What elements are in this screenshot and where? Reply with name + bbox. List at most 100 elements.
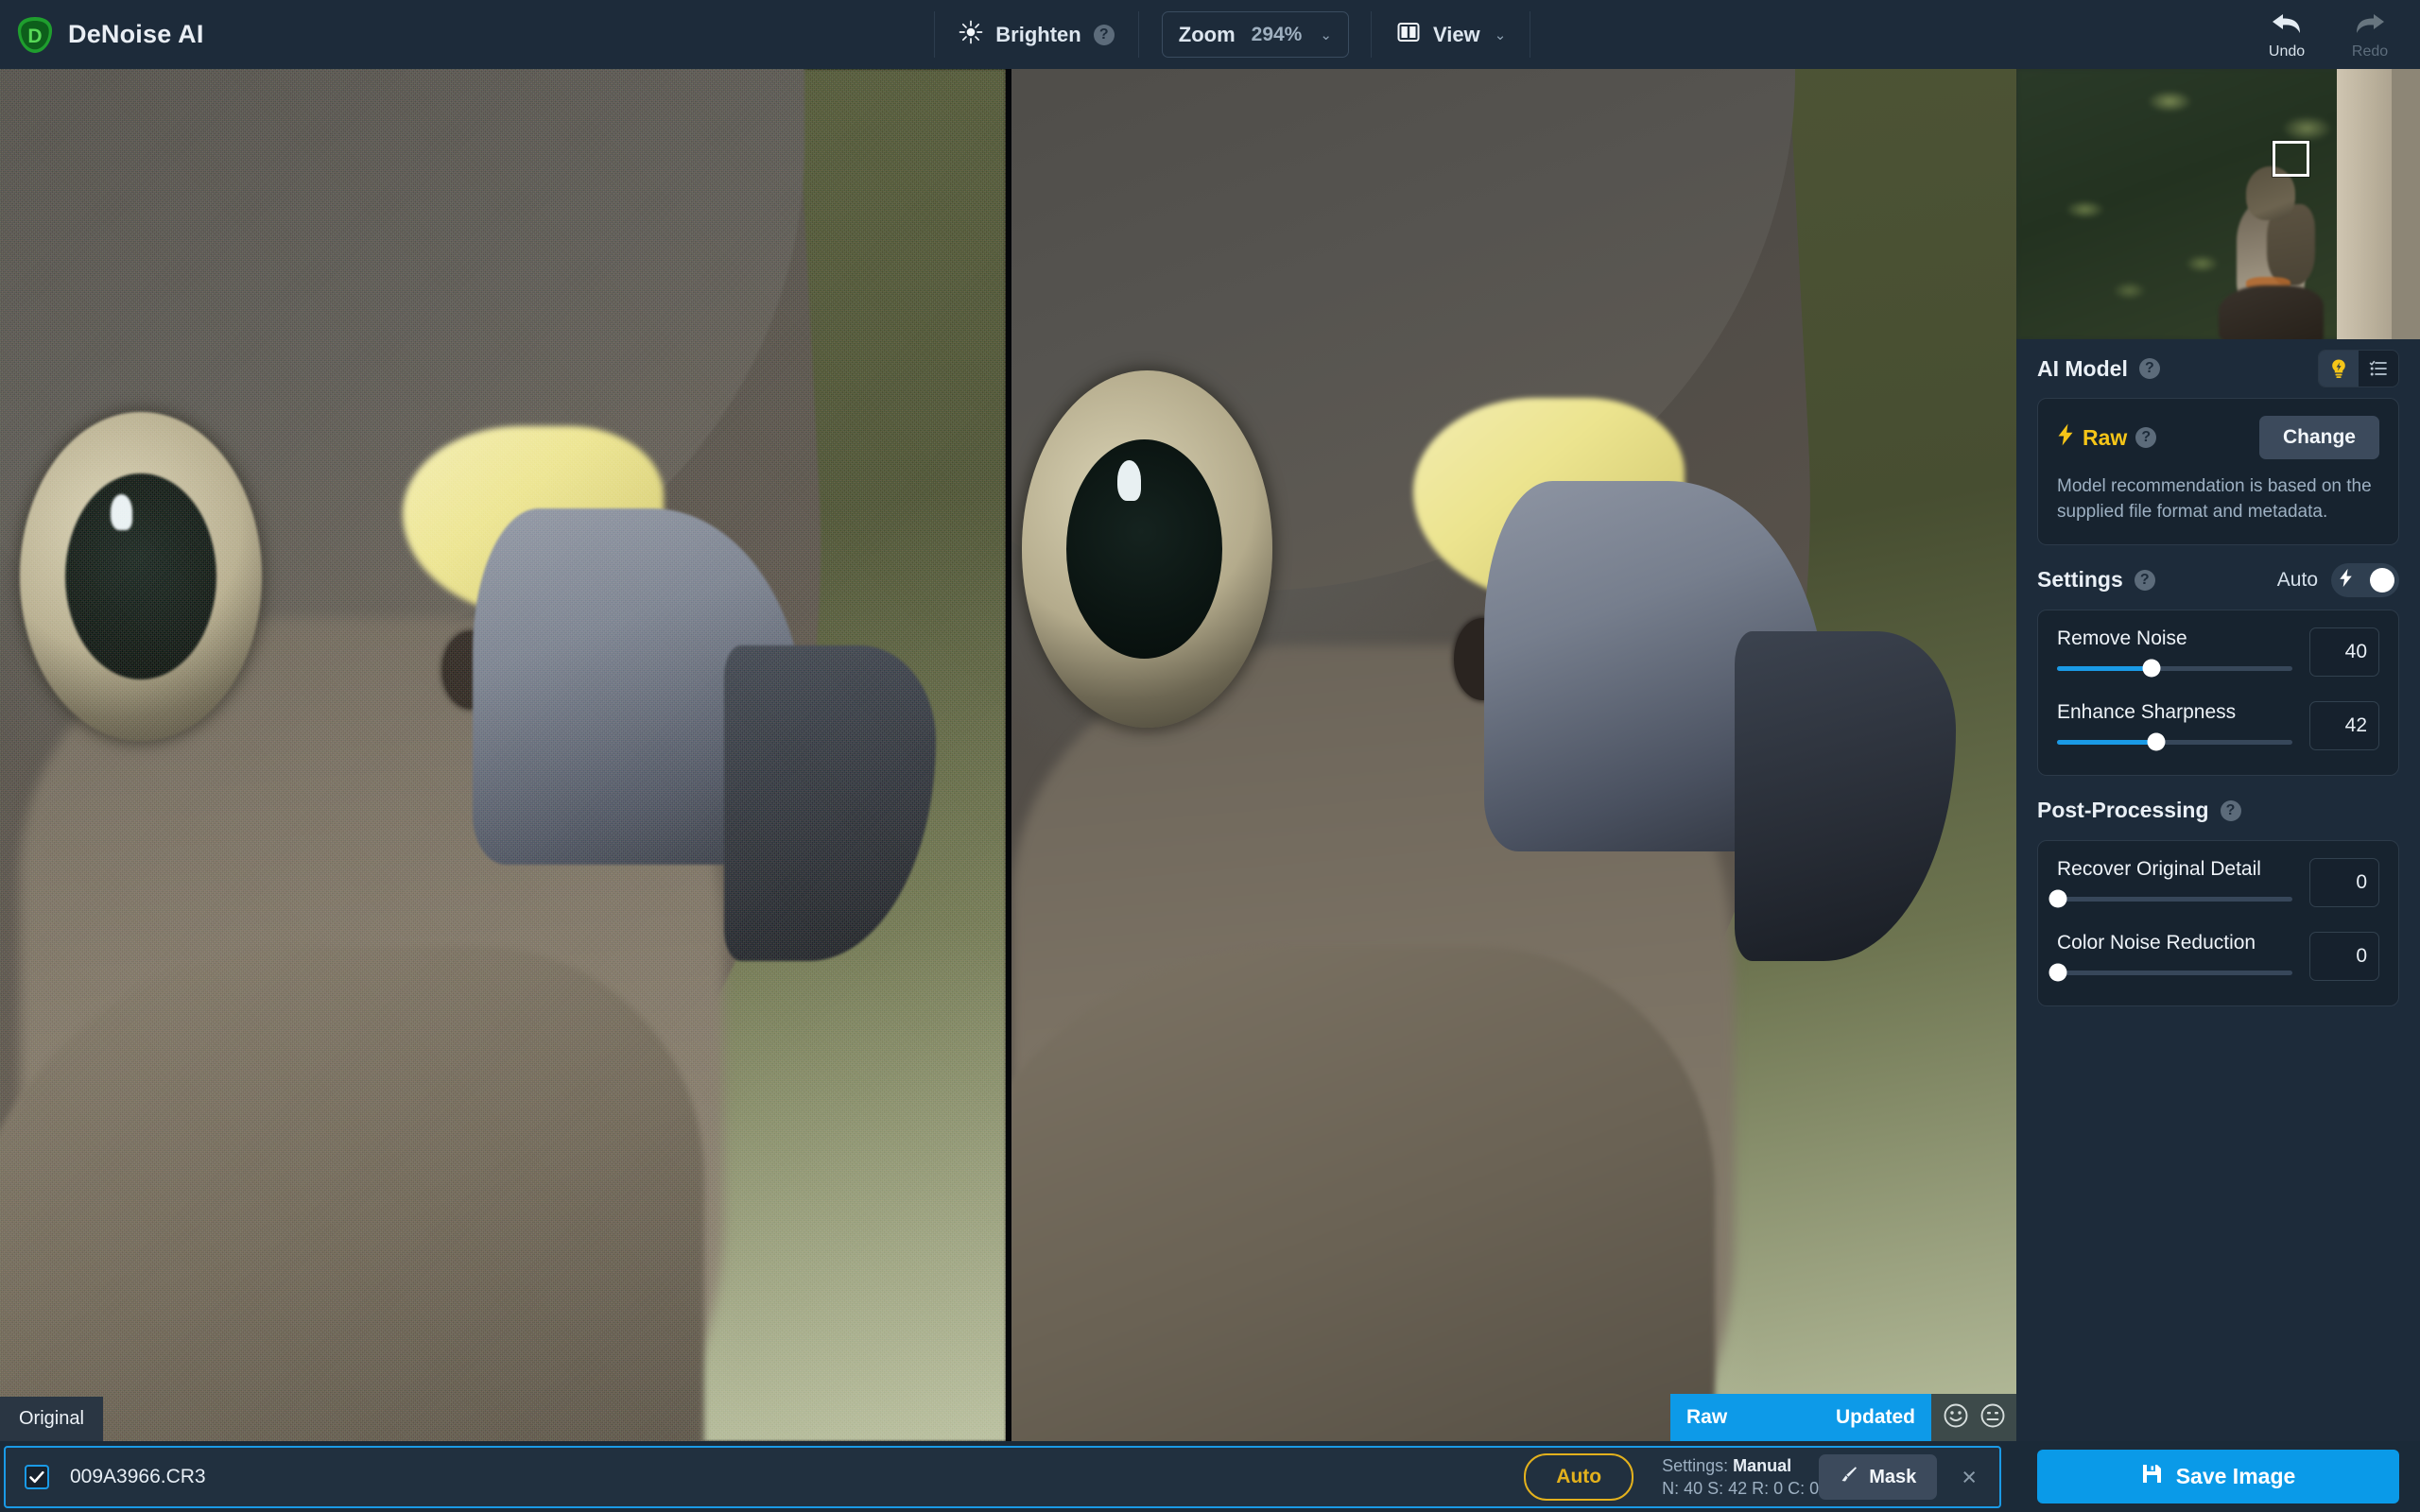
- model-name: Raw: [2083, 424, 2128, 450]
- slider-knob[interactable]: [2048, 889, 2067, 908]
- top-toolbar: D DeNoise AI Brighten ? Zoom 294% ⌄ View…: [0, 0, 2420, 69]
- ai-model-title: AI Model: [2037, 355, 2128, 381]
- file-name: 009A3966.CR3: [70, 1466, 206, 1487]
- auto-settings-toggle[interactable]: [2331, 562, 2399, 597]
- split-view-icon: [1396, 20, 1421, 49]
- post-processing-card: Recover Original Detail 0 Color Noise Re…: [2037, 839, 2399, 1006]
- compare-bar: Raw Updated: [1670, 1394, 2016, 1441]
- close-icon[interactable]: ×: [1962, 1463, 1977, 1492]
- model-suggestion-toggle-lightbulb-icon[interactable]: [2319, 351, 2359, 387]
- slider-recover-original-detail: Recover Original Detail 0: [2048, 857, 2379, 908]
- slider-knob[interactable]: [2048, 963, 2067, 982]
- slider-value-remove-noise[interactable]: 40: [2309, 627, 2379, 677]
- slider-label: Recover Original Detail: [2057, 857, 2261, 880]
- smiley-face-icon[interactable]: [1943, 1402, 1969, 1434]
- settings-card: Remove Noise 40 Enhance Sharpness 42: [2037, 609, 2399, 776]
- model-name-group: Raw ?: [2057, 423, 2157, 452]
- post-processing-title: Post-Processing: [2037, 798, 2209, 823]
- pane-divider[interactable]: [1006, 69, 1011, 1441]
- settings-help-icon[interactable]: ?: [2134, 569, 2155, 591]
- image-preview-stage[interactable]: Original Raw Updated: [0, 69, 2016, 1441]
- chevron-down-icon[interactable]: ⌄: [1320, 26, 1332, 43]
- sun-brightness-icon: [959, 20, 983, 49]
- redo-arrow-icon: [2353, 9, 2387, 43]
- model-description: Model recommendation is based on the sup…: [2057, 476, 2372, 522]
- bottom-bar: 009A3966.CR3 Auto Settings: Manual N: 40…: [0, 1441, 2420, 1512]
- change-model-button[interactable]: Change: [2258, 416, 2379, 459]
- model-list-toggle-list-icon[interactable]: [2359, 351, 2398, 387]
- zoom-control[interactable]: Zoom 294% ⌄: [1139, 0, 1372, 69]
- ai-model-help-icon[interactable]: ?: [2138, 358, 2160, 379]
- settings-mode: Manual: [1733, 1455, 1792, 1475]
- right-settings-panel: AI Model ? Raw ? Change Model recommenda…: [2016, 0, 2420, 1441]
- brighten-button[interactable]: Brighten ?: [934, 0, 1139, 69]
- redo-button[interactable]: Redo: [2344, 9, 2395, 60]
- slider-label: Remove Noise: [2057, 627, 2187, 649]
- slider-value-color-noise-reduction[interactable]: 0: [2309, 931, 2379, 981]
- svg-text:D: D: [27, 26, 42, 47]
- original-label: Original: [0, 1397, 103, 1441]
- navigator-thumbnail[interactable]: [2016, 69, 2420, 339]
- undo-button[interactable]: Undo: [2261, 9, 2312, 60]
- settings-values-line: N: 40 S: 42 R: 0 C: 0: [1662, 1479, 1820, 1498]
- model-view-segmented: [2318, 350, 2399, 387]
- brighten-label: Brighten: [995, 22, 1081, 46]
- mask-button[interactable]: Mask: [1819, 1454, 1938, 1500]
- undo-redo-group: Undo Redo: [2261, 9, 2420, 60]
- slider-value-enhance-sharpness[interactable]: 42: [2309, 700, 2379, 750]
- settings-prefix: Settings:: [1662, 1455, 1734, 1475]
- slider-track[interactable]: [2048, 889, 2292, 908]
- ai-model-view-toggle: [2318, 350, 2399, 387]
- preview-pane-original[interactable]: Original: [0, 69, 1006, 1441]
- zoom-label: Zoom: [1178, 22, 1236, 46]
- auto-label: Auto: [2276, 568, 2318, 591]
- save-image-label: Save Image: [2175, 1464, 2296, 1488]
- file-checkbox[interactable]: [25, 1465, 49, 1489]
- model-help-icon[interactable]: ?: [2135, 427, 2157, 448]
- denoise-shield-d-logo-icon: D: [15, 15, 55, 55]
- compare-labels[interactable]: Raw Updated: [1670, 1394, 1931, 1441]
- auto-button[interactable]: Auto: [1524, 1453, 1634, 1501]
- feedback-buttons: [1931, 1394, 2016, 1441]
- slider-enhance-sharpness: Enhance Sharpness 42: [2057, 700, 2379, 751]
- mask-label: Mask: [1869, 1466, 1917, 1487]
- settings-auto-group: Auto: [2276, 562, 2399, 597]
- brush-icon: [1840, 1465, 1858, 1489]
- brighten-help-icon[interactable]: ?: [1093, 24, 1115, 45]
- settings-summary: Settings: Manual N: 40 S: 42 R: 0 C: 0: [1662, 1454, 1819, 1501]
- slider-fill: [2057, 739, 2156, 745]
- slider-label: Enhance Sharpness: [2057, 700, 2237, 723]
- slider-knob[interactable]: [2147, 732, 2166, 751]
- view-label: View: [1432, 22, 1480, 46]
- compare-updated-label: Updated: [1836, 1406, 1915, 1428]
- denoise-ai-window: D DeNoise AI Brighten ? Zoom 294% ⌄ View…: [0, 0, 2420, 1512]
- floppy-save-icon: [2141, 1463, 2163, 1490]
- redo-label: Redo: [2351, 43, 2389, 60]
- slider-value-recover-original-detail[interactable]: 0: [2309, 857, 2379, 907]
- save-image-button[interactable]: Save Image: [2037, 1450, 2399, 1503]
- slider-track[interactable]: [2057, 732, 2292, 751]
- save-area: Save Image: [2016, 1441, 2420, 1512]
- slider-track[interactable]: [2048, 963, 2292, 982]
- navigator-viewport-rect[interactable]: [2273, 140, 2310, 178]
- chevron-down-icon[interactable]: ⌄: [1495, 26, 1507, 43]
- neutral-face-icon[interactable]: [1979, 1402, 2006, 1434]
- slider-track[interactable]: [2057, 659, 2292, 678]
- preview-pane-processed[interactable]: Raw Updated: [1011, 69, 2016, 1441]
- zoom-box[interactable]: Zoom 294% ⌄: [1161, 11, 1349, 58]
- filmstrip-item[interactable]: 009A3966.CR3 Auto Settings: Manual N: 40…: [4, 1446, 2001, 1508]
- post-processing-help-icon[interactable]: ?: [2220, 799, 2241, 821]
- model-row: Raw ? Change: [2057, 416, 2379, 459]
- view-button[interactable]: View ⌄: [1372, 0, 1531, 69]
- panel-body: AI Model ? Raw ? Change Model recommenda…: [2016, 339, 2420, 1006]
- lightning-bolt-icon: [2339, 568, 2353, 593]
- ai-model-card: Raw ? Change Model recommendation is bas…: [2037, 398, 2399, 545]
- divider: [934, 11, 936, 58]
- toggle-knob: [2370, 567, 2394, 593]
- slider-knob[interactable]: [2142, 659, 2161, 678]
- processed-image: [1011, 69, 2016, 1441]
- original-image: [0, 69, 1006, 1441]
- navigator-image: [2016, 69, 2420, 339]
- settings-header: Settings ? Auto: [2037, 551, 2399, 610]
- undo-arrow-icon: [2270, 9, 2304, 43]
